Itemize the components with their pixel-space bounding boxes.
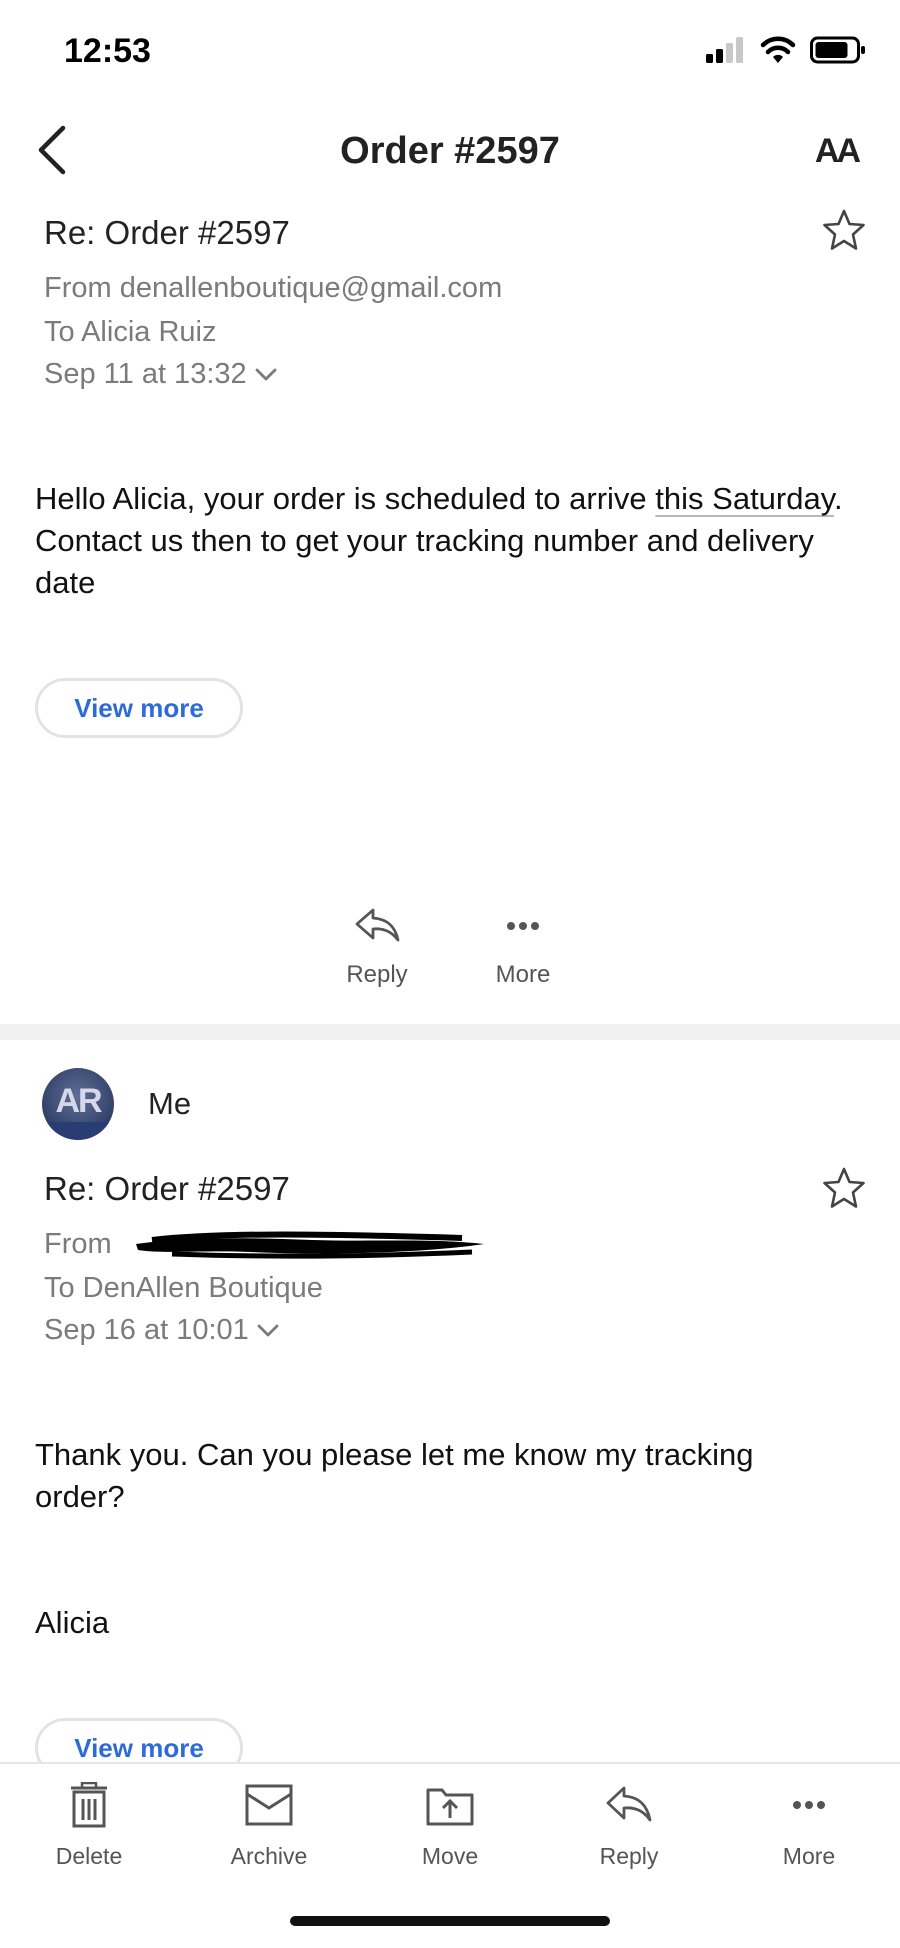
status-icons [706,36,866,64]
message-date: Sep 11 at 13:32 [44,358,247,390]
message-to: To Alicia Ruiz [44,316,217,348]
avatar: AR [42,1068,114,1140]
date-link[interactable]: this Saturday [655,481,834,516]
archive-button[interactable]: Archive [204,1782,334,1870]
message-to: To DenAllen Boutique [44,1272,323,1304]
star-icon[interactable] [822,1166,866,1210]
redaction-mark [136,1231,484,1259]
text-size-button[interactable]: AA [815,132,861,171]
reply-button[interactable]: Reply [312,906,442,989]
message-signature: Alicia [35,1605,110,1640]
more-button[interactable]: More [744,1782,874,1870]
message-divider [0,1024,900,1040]
move-button[interactable]: Move [385,1782,515,1870]
chevron-down-icon [255,368,277,381]
message-from: From denallenboutique@gmail.com [44,272,503,304]
star-icon[interactable] [822,208,866,252]
more-dots-icon [507,922,539,930]
page-title: Order #2597 [340,130,560,172]
archive-icon [245,1784,293,1826]
message-body: Thank you. Can you please let me know my… [35,1437,754,1514]
more-button[interactable]: More [458,906,588,989]
message-date-row[interactable]: Sep 16 at 10:01 [44,1314,279,1347]
more-dots-icon [793,1801,825,1809]
message-date-row[interactable]: Sep 11 at 13:32 [44,358,277,391]
sender-name: Me [148,1086,192,1121]
chevron-down-icon [257,1324,279,1337]
message-body: Hello Alicia, your order is scheduled to… [35,481,843,600]
message-from: From [44,1228,544,1261]
reply-icon [606,1786,652,1822]
nav-bar: Order #2597 AA [0,110,900,196]
view-more-button[interactable]: View more [35,678,243,738]
message-date: Sep 16 at 10:01 [44,1314,249,1346]
battery-icon [810,36,865,64]
delete-button[interactable]: Delete [24,1781,154,1870]
cellular-signal-icon [706,37,743,63]
reply-button[interactable]: Reply [564,1782,694,1870]
status-time: 12:53 [64,32,151,70]
move-folder-icon [426,1788,474,1826]
status-bar: 12:53 [0,0,900,100]
home-indicator[interactable] [290,1916,610,1926]
message-subject: Re: Order #2597 [44,214,290,251]
reply-icon [355,908,400,942]
trash-icon [71,1781,107,1828]
message-subject: Re: Order #2597 [44,1170,290,1207]
avatar-initials: AR [55,1082,102,1120]
wifi-icon [760,36,796,63]
